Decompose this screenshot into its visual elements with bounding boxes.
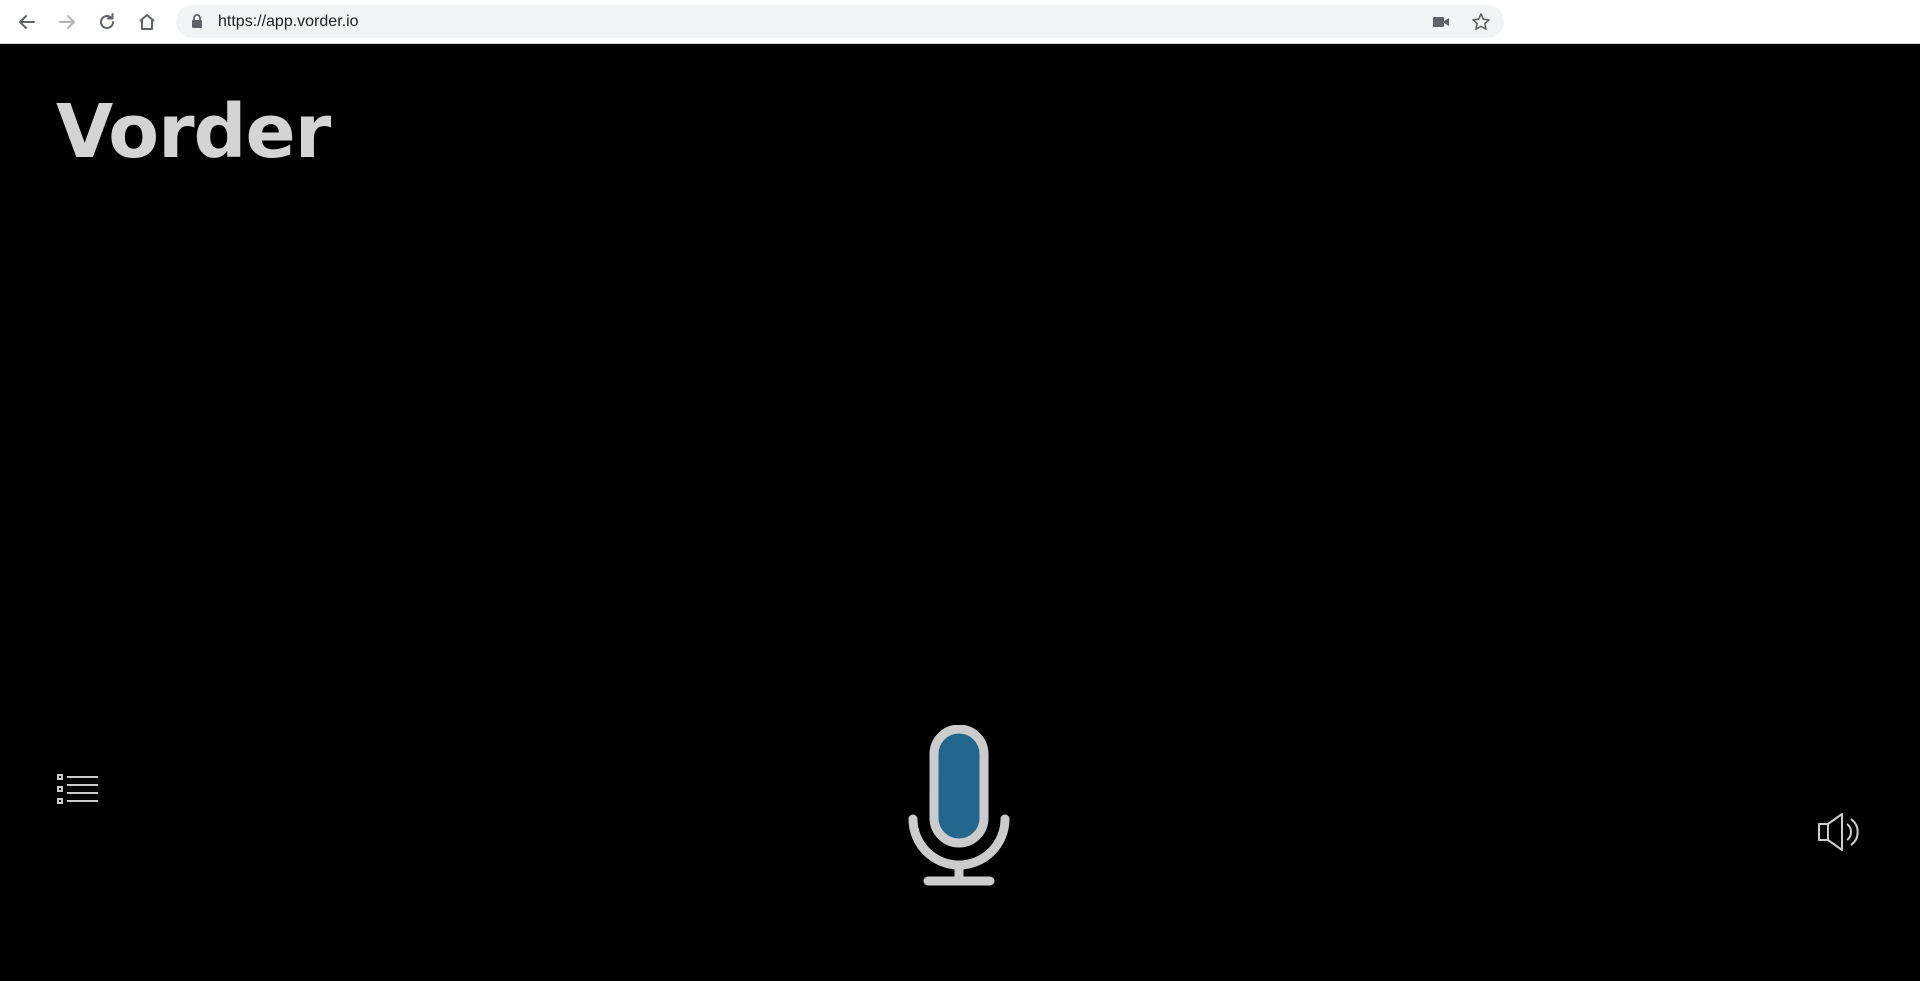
arrow-left-icon [19,15,35,29]
microphone-icon [908,724,1010,886]
lock-icon [192,14,202,28]
forward-button[interactable] [52,7,82,37]
arrow-right-icon [59,15,75,29]
microphone-button[interactable] [906,724,1012,887]
video-camera-icon [1433,17,1449,27]
bookmark-button[interactable] [1468,9,1494,35]
camera-button[interactable] [1428,9,1454,35]
star-icon [1472,13,1490,30]
speaker-button[interactable] [1816,809,1862,855]
list-icon [57,774,98,804]
address-bar[interactable]: https://app.vorder.io [176,5,1504,38]
list-button[interactable] [56,771,102,807]
speaker-icon [1818,813,1859,851]
url-text: https://app.vorder.io [218,13,359,30]
reload-icon [100,13,114,29]
browser-toolbar: https://app.vorder.io [0,0,1920,44]
reload-button[interactable] [92,7,122,37]
app-screen: Vorder [0,45,1920,981]
home-icon [139,14,155,30]
app-title: Vorder [56,89,331,175]
back-button[interactable] [12,7,42,37]
home-button[interactable] [132,7,162,37]
